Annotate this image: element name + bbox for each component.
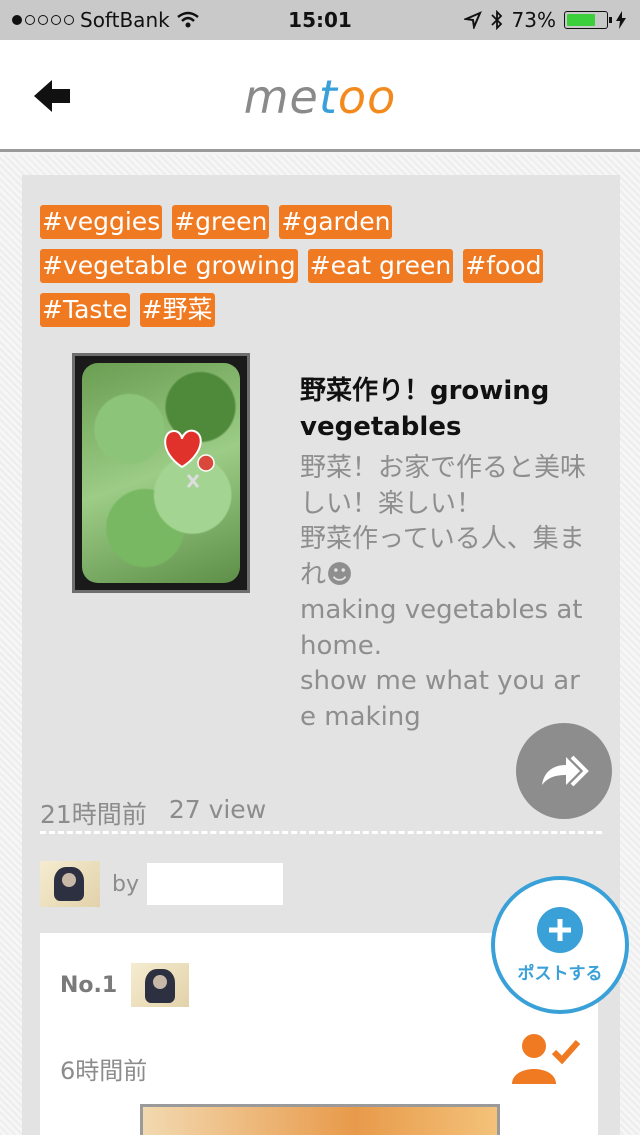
follow-user-icon[interactable] <box>510 1032 582 1084</box>
status-bar: SoftBank 15:01 73% <box>0 0 640 40</box>
post-photo[interactable] <box>72 353 250 593</box>
author-avatar[interactable] <box>40 861 100 907</box>
view-count: 27 view <box>168 795 267 824</box>
tag[interactable]: #vegetable growing <box>40 249 298 283</box>
heart-sticker-icon <box>164 429 215 488</box>
battery-icon <box>564 11 612 29</box>
tag[interactable]: #野菜 <box>139 293 215 327</box>
vegetable-garden-image <box>82 363 240 583</box>
share-button[interactable] <box>516 723 612 819</box>
posted-time: 21時間前 <box>40 800 147 829</box>
battery-percent: 73% <box>511 8 556 32</box>
author-row[interactable]: by <box>40 861 283 907</box>
location-icon <box>463 11 482 29</box>
post-fab-label: ポストする <box>517 963 603 984</box>
share-forward-icon <box>542 755 589 787</box>
tag[interactable]: #Taste <box>40 293 130 327</box>
rank-label: No.1 <box>60 972 118 998</box>
post-title: 野菜作り！growing vegetables <box>300 376 550 442</box>
entry-rank-row: No.1 <box>60 963 190 1007</box>
entry-image[interactable] <box>140 1104 500 1135</box>
bluetooth-icon <box>490 10 502 30</box>
tag[interactable]: #green <box>172 205 270 239</box>
tag[interactable]: #garden <box>279 205 393 239</box>
tag-list: #veggies #green #garden #vegetable growi… <box>40 205 600 327</box>
post-fab-button[interactable]: ポストする <box>491 876 629 1014</box>
post-description: 野菜！お家で作ると美味しい！楽しい！ 野菜作っている人、集まれ☻ making … <box>300 453 587 732</box>
dashed-divider <box>40 831 602 834</box>
entry-time: 6時間前 <box>60 1057 148 1085</box>
charging-icon <box>616 11 626 29</box>
plus-icon <box>537 906 583 953</box>
tag[interactable]: #eat green <box>307 249 454 283</box>
status-right: 73% <box>463 8 626 32</box>
app-logo: metoo <box>243 70 397 124</box>
tag[interactable]: #food <box>463 249 544 283</box>
entry-avatar[interactable] <box>131 963 190 1007</box>
by-label: by <box>112 871 139 897</box>
nav-bar: metoo <box>0 40 640 152</box>
post-meta: 21時間前 27 view <box>40 795 266 831</box>
tag[interactable]: #veggies <box>40 205 163 239</box>
author-name-box[interactable] <box>146 863 283 905</box>
